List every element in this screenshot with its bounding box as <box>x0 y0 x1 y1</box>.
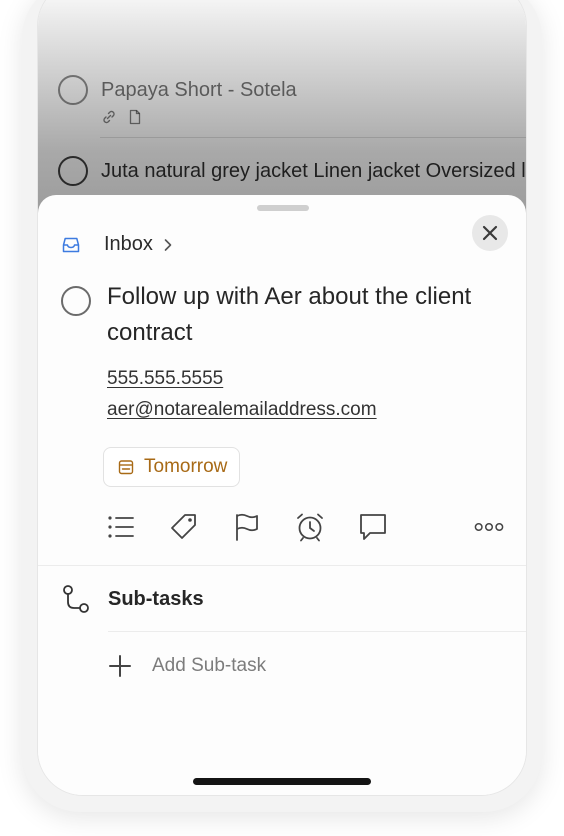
comments-button[interactable] <box>358 512 388 542</box>
alarm-icon <box>297 513 323 542</box>
plus-icon <box>109 655 131 677</box>
note-icon <box>129 109 141 125</box>
email-link[interactable]: aer@notarealemailaddress.com <box>107 399 377 421</box>
add-subtask-button[interactable]: Add Sub-task <box>108 654 266 678</box>
subtasks-title: Sub-tasks <box>108 587 204 610</box>
flag-icon <box>236 513 258 541</box>
due-date-label: Tomorrow <box>144 456 228 477</box>
priority-button[interactable] <box>232 512 262 542</box>
due-date-chip[interactable]: Tomorrow <box>103 447 241 487</box>
labels-button[interactable] <box>169 512 199 542</box>
calendar-icon <box>118 460 134 475</box>
task-toolbar <box>106 512 506 542</box>
task-checkbox[interactable] <box>58 75 88 105</box>
description-button[interactable] <box>106 512 136 542</box>
reminder-button[interactable] <box>295 512 325 542</box>
comment-icon <box>360 514 386 540</box>
subtasks-header: Sub-tasks <box>62 584 204 614</box>
breadcrumb-label[interactable]: Inbox <box>104 233 153 256</box>
phone-screen: Papaya Short - Sotela Juta natural grey … <box>37 0 527 796</box>
task-complete-checkbox[interactable] <box>61 286 91 316</box>
task-detail-sheet: Inbox Follow up with Aer about the clien… <box>38 195 526 795</box>
close-button[interactable] <box>472 215 508 251</box>
home-indicator[interactable] <box>193 778 371 785</box>
task-title: Juta natural grey jacket Linen jacket Ov… <box>101 160 526 182</box>
divider <box>108 631 526 632</box>
task-title[interactable]: Follow up with Aer about the client cont… <box>107 279 487 351</box>
subtasks-icon <box>63 585 89 613</box>
divider <box>38 565 526 566</box>
chevron-right-icon <box>164 238 172 251</box>
inbox-icon <box>62 237 80 252</box>
add-subtask-label: Add Sub-task <box>152 655 267 676</box>
more-icon <box>474 522 504 532</box>
phone-link[interactable]: 555.555.5555 <box>107 368 223 390</box>
more-options-button[interactable] <box>474 512 504 542</box>
close-icon <box>482 225 498 241</box>
sheet-grabber[interactable] <box>257 205 309 211</box>
link-icon <box>103 110 115 124</box>
task-checkbox[interactable] <box>58 156 88 186</box>
task-title: Papaya Short - Sotela <box>101 79 297 101</box>
list-icon <box>108 516 134 538</box>
tag-icon <box>171 514 196 539</box>
divider <box>100 137 526 138</box>
breadcrumb[interactable]: Inbox <box>62 233 173 256</box>
